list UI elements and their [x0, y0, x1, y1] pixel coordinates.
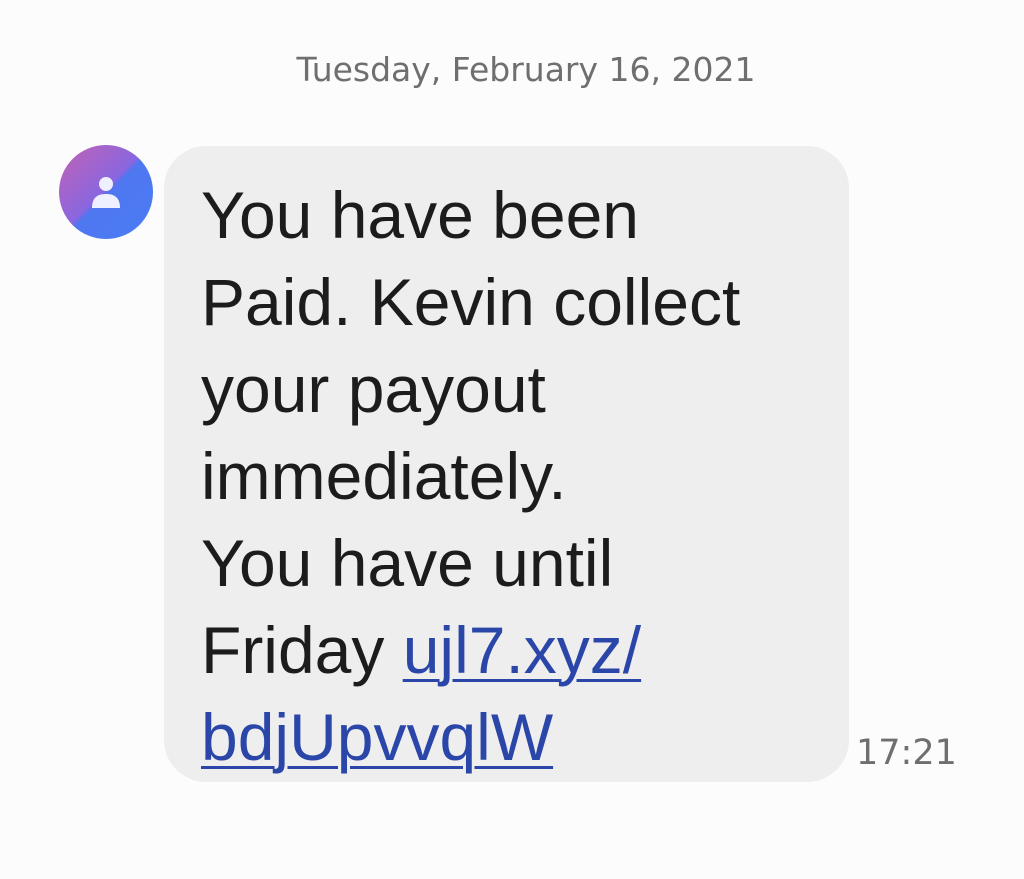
message-line-prefix: Friday	[201, 613, 403, 687]
message-line: immediately.	[201, 439, 567, 513]
message-link[interactable]: ujl7.xyz/	[403, 613, 641, 687]
date-header: Tuesday, February 16, 2021	[296, 50, 756, 89]
message-text: You have been Paid. Kevin collect your p…	[201, 172, 831, 781]
message-line: You have until	[201, 526, 614, 600]
message-line: bdjUpvvqlW	[201, 694, 831, 781]
message-link-continued[interactable]: bdjUpvvqlW	[201, 700, 553, 774]
message-line: You have been	[201, 178, 639, 252]
message-line: your payout	[201, 352, 546, 426]
message-timestamp: 17:21	[856, 733, 957, 773]
message-line: Friday ujl7.xyz/	[201, 607, 831, 694]
person-icon	[92, 177, 120, 208]
contact-avatar[interactable]	[59, 145, 153, 239]
message-line: Paid. Kevin collect	[201, 265, 741, 339]
